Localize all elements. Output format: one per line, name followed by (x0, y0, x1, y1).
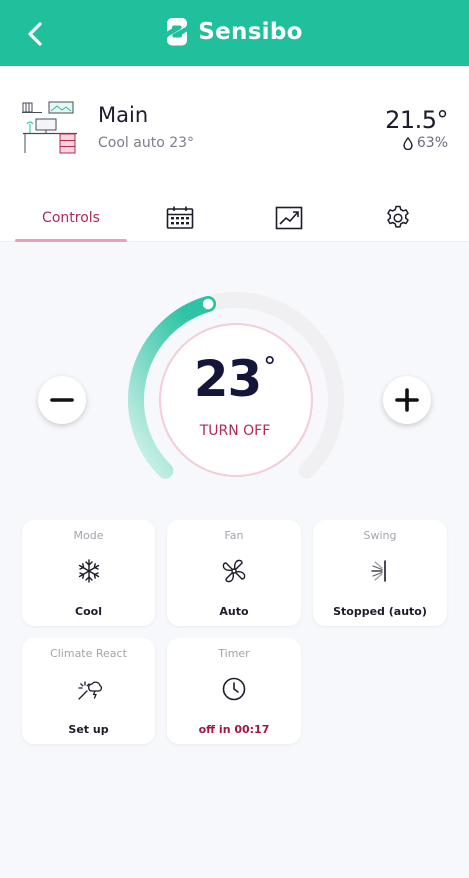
temperature-knob[interactable] (200, 296, 216, 312)
plus-icon (395, 388, 419, 412)
mode-card[interactable]: Mode Cool (22, 520, 155, 626)
app-title: Sensibo (198, 19, 303, 45)
snowflake-icon (78, 559, 99, 583)
tab-analytics[interactable] (259, 194, 319, 242)
tab-settings[interactable] (368, 194, 428, 242)
app-bar: Sensibo (0, 0, 469, 66)
minus-icon (50, 398, 74, 402)
turn-off-button[interactable]: TURN OFF (160, 423, 310, 439)
room-illustration-icon (22, 101, 77, 154)
tab-bar: Controls (0, 194, 469, 242)
room-temperature: 21.5° (385, 106, 448, 134)
tab-controls-label: Controls (42, 210, 100, 226)
humidity-readout: 63% (403, 135, 448, 151)
fan-card[interactable]: Fan Auto (167, 520, 301, 626)
climate-react-label: Climate React (50, 647, 127, 660)
decrease-temperature-button[interactable] (38, 376, 86, 424)
tab-controls[interactable]: Controls (15, 194, 127, 242)
droplet-icon (403, 136, 413, 150)
sensibo-logo-icon (167, 18, 188, 46)
mode-value: Cool (75, 605, 102, 618)
swing-label: Swing (363, 529, 397, 542)
climate-react-value: Set up (68, 723, 109, 736)
fan-value: Auto (219, 605, 249, 618)
timer-value: off in 00:17 (198, 723, 270, 736)
clock-icon (222, 677, 246, 701)
swing-value: Stopped (auto) (333, 605, 427, 618)
swing-icon (371, 560, 386, 582)
timer-card[interactable]: Timer off in 00:17 (167, 638, 301, 744)
fan-icon (222, 559, 246, 583)
setpoint-degree: ° (263, 352, 277, 382)
increase-temperature-button[interactable] (383, 376, 431, 424)
climate-react-card[interactable]: Climate React Set up (22, 638, 155, 744)
setpoint-value: 23 (193, 350, 263, 408)
fan-label: Fan (224, 529, 244, 542)
chart-icon (275, 206, 303, 230)
setpoint-display: 23 ° (160, 350, 310, 408)
device-header: Main Cool auto 23° 21.5° 63% (0, 66, 469, 194)
active-tab-indicator (15, 239, 127, 242)
swing-card[interactable]: Swing Stopped (auto) (313, 520, 447, 626)
calendar-icon (166, 206, 194, 229)
timer-label: Timer (218, 647, 250, 660)
gear-icon (387, 205, 409, 228)
mode-label: Mode (73, 529, 104, 542)
tab-schedule[interactable] (150, 194, 210, 242)
device-name: Main (98, 103, 149, 127)
brand: Sensibo (0, 17, 469, 47)
device-status: Cool auto 23° (98, 135, 195, 151)
humidity-value: 63% (416, 135, 448, 151)
weather-icon (77, 681, 102, 700)
